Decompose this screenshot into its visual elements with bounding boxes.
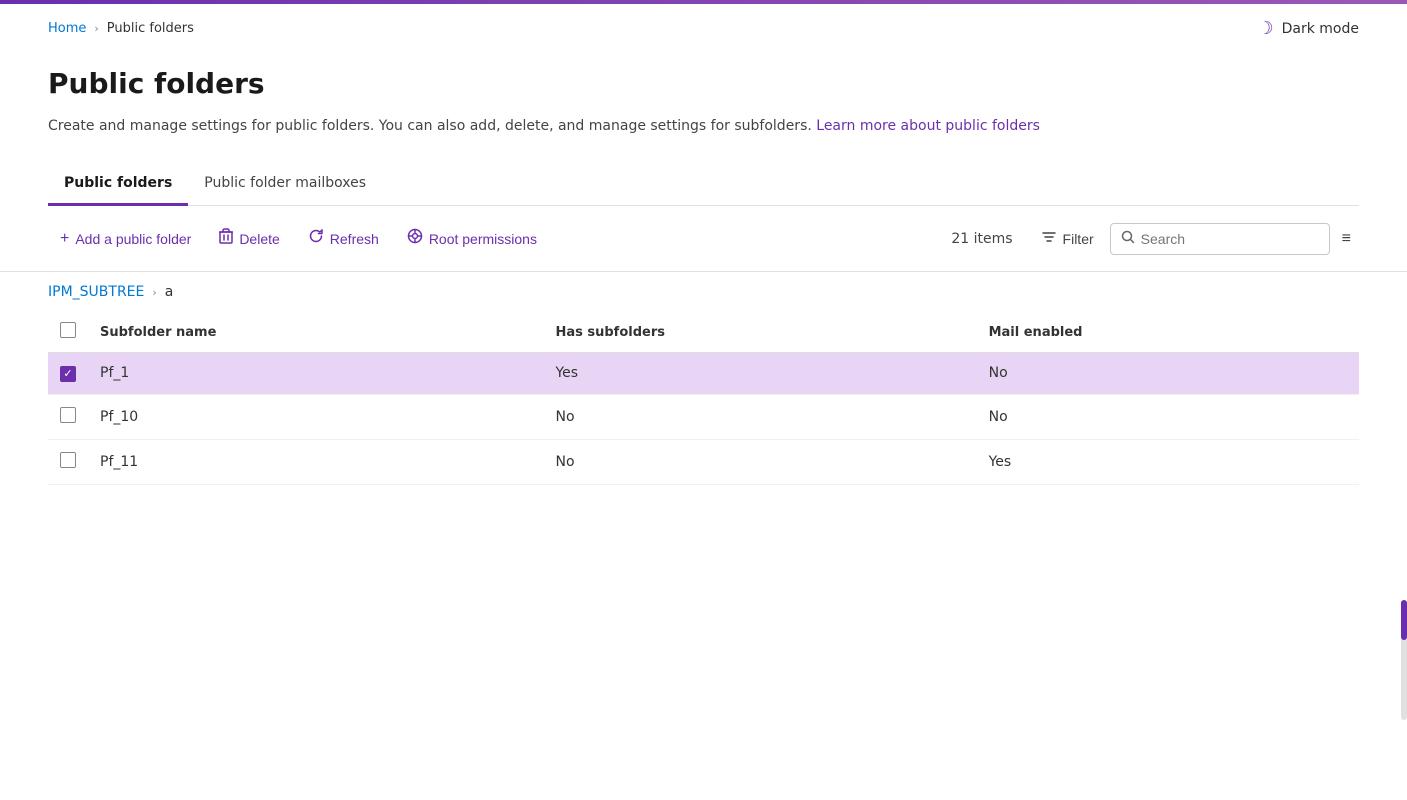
folders-table: Subfolder name Has subfolders Mail enabl… xyxy=(48,312,1359,485)
view-toggle-button[interactable]: ≡ xyxy=(1334,224,1359,254)
filter-button[interactable]: Filter xyxy=(1029,223,1106,254)
view-toggle-icon: ≡ xyxy=(1342,230,1351,248)
scrollbar-track xyxy=(1401,600,1407,720)
description-text: Create and manage settings for public fo… xyxy=(48,118,812,134)
row-mail-enabled-pf10: No xyxy=(977,394,1359,439)
root-permissions-label: Root permissions xyxy=(429,231,537,247)
col-header-subfolder-name: Subfolder name xyxy=(88,312,543,353)
refresh-icon xyxy=(308,228,324,249)
path-root[interactable]: IPM_SUBTREE xyxy=(48,284,144,300)
tab-public-folders[interactable]: Public folders xyxy=(48,165,188,206)
col-header-checkbox xyxy=(48,312,88,353)
dark-mode-toggle[interactable]: ☽ Dark mode xyxy=(1257,18,1359,39)
row-mail-enabled-pf11: Yes xyxy=(977,439,1359,484)
page-header: Public folders Create and manage setting… xyxy=(0,39,1407,137)
root-permissions-icon xyxy=(407,228,423,249)
table-header-row: Subfolder name Has subfolders Mail enabl… xyxy=(48,312,1359,353)
filter-label: Filter xyxy=(1063,231,1094,247)
path-current: a xyxy=(165,284,174,300)
table-container: Subfolder name Has subfolders Mail enabl… xyxy=(0,312,1407,485)
path-breadcrumb: IPM_SUBTREE › a xyxy=(0,272,1407,312)
breadcrumb-current: Public folders xyxy=(107,21,194,36)
page-description: Create and manage settings for public fo… xyxy=(48,116,1359,137)
refresh-label: Refresh xyxy=(330,231,379,247)
tabs-container: Public folders Public folder mailboxes xyxy=(48,165,1359,206)
root-permissions-button[interactable]: Root permissions xyxy=(395,222,549,255)
search-icon xyxy=(1121,230,1135,248)
delete-icon xyxy=(219,228,233,249)
row-checkbox-cell xyxy=(48,353,88,395)
delete-label: Delete xyxy=(239,231,279,247)
search-input[interactable] xyxy=(1141,231,1319,247)
add-icon: + xyxy=(60,230,69,248)
add-label: Add a public folder xyxy=(75,231,191,247)
path-separator: › xyxy=(152,286,156,299)
table-row[interactable]: Pf_1 Yes No xyxy=(48,353,1359,395)
item-count: 21 items xyxy=(951,231,1012,247)
refresh-button[interactable]: Refresh xyxy=(296,222,391,255)
row-has-subfolders-pf11: No xyxy=(543,439,976,484)
row-checkbox-cell xyxy=(48,439,88,484)
col-header-mail-enabled: Mail enabled xyxy=(977,312,1359,353)
dark-mode-label: Dark mode xyxy=(1282,21,1359,37)
learn-more-link[interactable]: Learn more about public folders xyxy=(816,118,1040,134)
scrollbar-thumb[interactable] xyxy=(1401,600,1407,640)
page-title: Public folders xyxy=(48,67,1359,100)
toolbar: + Add a public folder Delete Refresh xyxy=(0,206,1407,272)
row-checkbox-cell xyxy=(48,394,88,439)
breadcrumb-bar: Home › Public folders ☽ Dark mode xyxy=(0,4,1407,39)
row-mail-enabled-pf1: No xyxy=(977,353,1359,395)
select-all-checkbox[interactable] xyxy=(60,322,76,338)
row-checkbox-pf10[interactable] xyxy=(60,407,76,423)
dark-mode-icon: ☽ xyxy=(1257,18,1273,39)
row-name-pf1: Pf_1 xyxy=(88,353,543,395)
row-has-subfolders-pf10: No xyxy=(543,394,976,439)
row-checkbox-pf11[interactable] xyxy=(60,452,76,468)
search-box xyxy=(1110,223,1330,255)
row-name-pf10: Pf_10 xyxy=(88,394,543,439)
col-header-has-subfolders: Has subfolders xyxy=(543,312,976,353)
tab-public-folder-mailboxes[interactable]: Public folder mailboxes xyxy=(188,165,382,206)
row-has-subfolders-pf1: Yes xyxy=(543,353,976,395)
filter-icon xyxy=(1041,229,1057,248)
breadcrumb-home[interactable]: Home xyxy=(48,21,86,36)
breadcrumb-separator: › xyxy=(94,22,98,35)
table-row[interactable]: Pf_11 No Yes xyxy=(48,439,1359,484)
breadcrumb: Home › Public folders xyxy=(48,21,194,36)
table-row[interactable]: Pf_10 No No xyxy=(48,394,1359,439)
row-checkbox-pf1[interactable] xyxy=(60,366,76,382)
delete-button[interactable]: Delete xyxy=(207,222,291,255)
add-public-folder-button[interactable]: + Add a public folder xyxy=(48,224,203,254)
row-name-pf11: Pf_11 xyxy=(88,439,543,484)
